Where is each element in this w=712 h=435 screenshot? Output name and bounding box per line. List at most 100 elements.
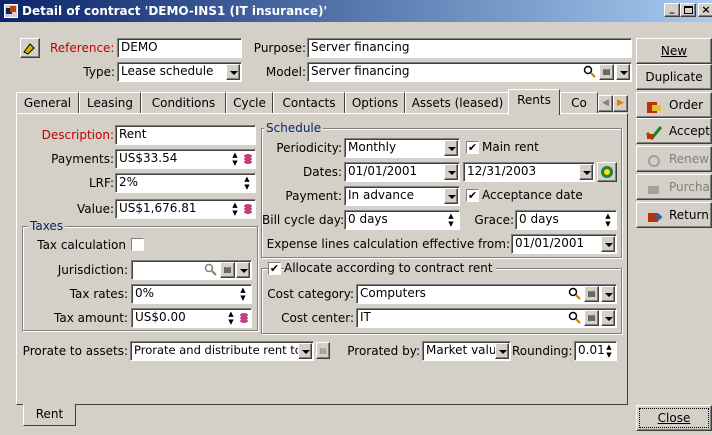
accept-button[interactable]: Accept — [636, 118, 712, 144]
prorate-to-assets-label: Prorate to assets: — [22, 344, 128, 358]
cost-category-dropdown-arrow[interactable] — [601, 286, 615, 302]
date-start-dropdown-arrow[interactable] — [444, 164, 458, 180]
grace-input[interactable]: 0 days ▲ ▼ — [515, 210, 617, 230]
date-end-dropdown-arrow[interactable] — [579, 164, 593, 180]
tab-contacts[interactable]: Contacts — [273, 92, 345, 114]
grace-spinner[interactable]: ▲ ▼ — [602, 212, 614, 228]
tab-general[interactable]: General — [16, 92, 79, 114]
close-button[interactable]: Close — [636, 405, 712, 431]
contract-icon-button[interactable] — [20, 38, 40, 58]
detail-icon[interactable]: ▤ — [220, 262, 235, 278]
type-dropdown-arrow[interactable] — [226, 64, 240, 80]
tax-amount-input[interactable]: US$0.00 ▲ ▼ — [131, 308, 252, 328]
tab-leasing[interactable]: Leasing — [79, 92, 141, 114]
allocate-checkbox[interactable]: ✔ — [268, 262, 281, 275]
tab-label: Co — [571, 96, 587, 110]
periodicity-select[interactable]: Monthly — [344, 138, 460, 158]
tab-rents[interactable]: Rents — [508, 89, 560, 115]
search-icon[interactable] — [568, 287, 582, 301]
value-label: Value: — [77, 202, 114, 216]
acceptance-date-checkbox[interactable]: ✔ — [466, 189, 479, 202]
search-icon[interactable] — [568, 311, 582, 325]
prorate-detail-button[interactable]: ▤ — [316, 342, 330, 359]
value-spinner[interactable]: ▲ ▼ — [229, 201, 241, 217]
cost-center-input[interactable]: IT ▤ — [356, 308, 617, 328]
calendar-button[interactable] — [597, 162, 617, 182]
currency-icon[interactable] — [239, 312, 249, 324]
model-dropdown-arrow[interactable] — [616, 64, 630, 80]
accept-label: Accept — [669, 124, 710, 138]
cost-center-value: IT — [360, 310, 371, 324]
close-window-button[interactable]: × — [698, 3, 712, 17]
detail-icon[interactable]: ▤ — [584, 310, 599, 326]
tab-cycle[interactable]: Cycle — [226, 92, 273, 114]
expense-lines-dropdown-arrow[interactable] — [601, 236, 615, 252]
payments-input[interactable]: US$33.54 ▲ ▼ — [115, 149, 256, 169]
new-button[interactable]: New — [636, 38, 712, 64]
prorate-to-assets-select[interactable]: Prorate and distribute rent to al — [130, 341, 314, 361]
rounding-spinner[interactable]: ▲ ▼ — [603, 343, 615, 359]
type-select[interactable]: Lease schedule — [117, 62, 242, 82]
jurisdiction-dropdown-arrow[interactable] — [236, 262, 250, 278]
tax-rates-spinner[interactable]: ▲ ▼ — [237, 286, 249, 302]
bill-cycle-day-input[interactable]: 0 days ▲ ▼ — [344, 210, 460, 230]
main-rent-checkbox[interactable]: ✔ — [466, 141, 479, 154]
grace-label: Grace: — [474, 213, 514, 227]
periodicity-dropdown-arrow[interactable] — [444, 140, 458, 156]
tab-scroll-right-button[interactable]: ▶ — [613, 95, 628, 112]
reference-input[interactable]: DEMO — [117, 38, 242, 58]
payment-dropdown-arrow[interactable] — [444, 188, 458, 204]
renew-button[interactable]: Renew — [636, 146, 712, 172]
description-input[interactable]: Rent — [115, 125, 256, 145]
date-end-select[interactable]: 12/31/2003 — [463, 162, 595, 182]
return-button[interactable]: Return — [636, 202, 712, 228]
detail-icon[interactable]: ▤ — [599, 64, 614, 80]
tax-rates-input[interactable]: 0% ▲ ▼ — [131, 284, 252, 304]
payment-select[interactable]: In advance — [344, 186, 460, 206]
title-bar[interactable]: Detail of contract 'DEMO-INS1 (IT insura… — [0, 0, 712, 22]
tax-rates-value: 0% — [135, 286, 155, 300]
cost-category-input[interactable]: Computers ▤ — [356, 284, 617, 304]
date-start-select[interactable]: 01/01/2001 — [344, 162, 460, 182]
tab-label: Assets (leased) — [411, 96, 504, 110]
tab-conditions[interactable]: Conditions — [141, 92, 226, 114]
payments-spinner[interactable]: ▲ ▼ — [229, 151, 241, 167]
schedule-group-title: Schedule — [264, 121, 324, 135]
order-button[interactable]: Order — [636, 92, 712, 118]
minimize-button[interactable]: _ — [664, 3, 680, 17]
search-icon[interactable] — [204, 263, 218, 277]
expense-lines-value: 01/01/2001 — [515, 236, 585, 250]
prorated-by-select[interactable]: Market value — [422, 341, 511, 361]
tax-calculation-checkbox[interactable] — [131, 238, 144, 251]
purpose-input[interactable]: Server financing — [307, 38, 632, 58]
currency-icon[interactable] — [243, 153, 253, 165]
order-label: Order — [669, 98, 704, 112]
purchase-button[interactable]: Purchase — [636, 174, 712, 200]
value-input[interactable]: US$1,676.81 ▲ ▼ — [115, 199, 256, 219]
bill-cycle-day-spinner[interactable]: ▲ ▼ — [445, 212, 457, 228]
duplicate-button[interactable]: Duplicate — [636, 64, 712, 90]
model-input[interactable]: Server financing ▤ — [307, 62, 632, 82]
app-icon — [4, 4, 18, 18]
detail-icon[interactable]: ▤ — [584, 286, 599, 302]
tax-amount-label: Tax amount: — [54, 311, 128, 325]
currency-icon[interactable] — [243, 203, 253, 215]
prorate-to-assets-value: Prorate and distribute rent to al — [134, 343, 314, 357]
rounding-input[interactable]: 0.01 ▲ ▼ — [574, 341, 617, 361]
maximize-button[interactable] — [680, 3, 696, 17]
tab-scroll-left-button[interactable]: ◀ — [598, 95, 613, 112]
tab-co[interactable]: Co — [560, 92, 598, 114]
prorate-dropdown-arrow[interactable] — [298, 343, 312, 359]
tab-assets-leased[interactable]: Assets (leased) — [405, 92, 510, 114]
jurisdiction-input[interactable]: ▤ — [131, 260, 252, 280]
cost-center-dropdown-arrow[interactable] — [601, 310, 615, 326]
window-title: Detail of contract 'DEMO-INS1 (IT insura… — [22, 4, 328, 18]
lrf-spinner[interactable]: ▲ ▼ — [241, 175, 253, 191]
prorated-by-dropdown-arrow[interactable] — [495, 343, 509, 359]
tax-amount-spinner[interactable]: ▲ ▼ — [225, 310, 237, 326]
lrf-input[interactable]: 2% ▲ ▼ — [115, 173, 256, 193]
bottom-tab-rent[interactable]: Rent — [23, 404, 76, 426]
expense-lines-select[interactable]: 01/01/2001 — [511, 234, 617, 254]
search-icon[interactable] — [583, 65, 597, 79]
tab-options[interactable]: Options — [345, 92, 405, 114]
